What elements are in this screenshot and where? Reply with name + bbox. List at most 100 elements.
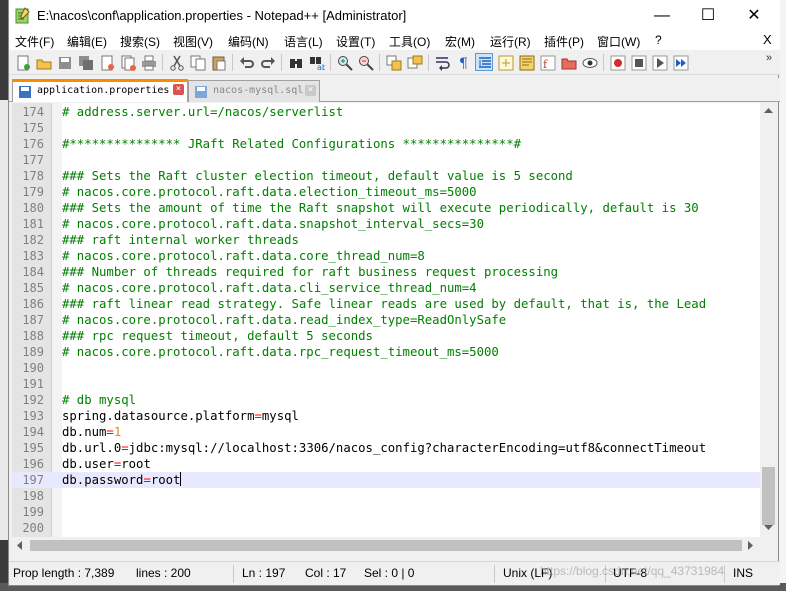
property-value: root	[121, 457, 151, 471]
close-window-button[interactable]: ✕	[731, 0, 777, 31]
user-lang-icon[interactable]	[496, 53, 514, 71]
horizontal-scrollbar[interactable]	[12, 537, 760, 554]
editor-line[interactable]: 178 ### Sets the Raft cluster election ti…	[12, 168, 760, 184]
tab-label: application.properties	[37, 85, 170, 96]
open-file-icon[interactable]	[34, 53, 52, 71]
code-editor[interactable]: 174 # address.server.url=/nacos/serverlis…	[12, 103, 760, 537]
tab-application-properties[interactable]: application.properties ×	[12, 79, 188, 102]
editor-line[interactable]: 186 ### raft linear read strategy. Safe l…	[12, 296, 760, 312]
title-bar[interactable]: E:\nacos\conf\application.properties - N…	[9, 0, 780, 31]
word-wrap-icon[interactable]	[433, 53, 451, 71]
scroll-left-arrow-icon[interactable]	[16, 541, 22, 550]
monitor-icon[interactable]	[580, 53, 598, 71]
tab-close-icon[interactable]: ×	[173, 84, 184, 95]
editor-line[interactable]: 177	[12, 152, 760, 168]
maximize-button[interactable]: ☐	[685, 0, 731, 31]
editor-line[interactable]: 189 # nacos.core.protocol.raft.data.rpc_r…	[12, 344, 760, 360]
menu-language[interactable]: 语言(L)	[284, 33, 323, 50]
record-macro-icon[interactable]	[608, 53, 626, 71]
vertical-scroll-thumb[interactable]	[762, 467, 775, 525]
new-file-icon[interactable]	[13, 53, 31, 71]
editor-line[interactable]: 193 spring.datasource.platform=mysql	[12, 408, 760, 424]
sync-horizontal-icon[interactable]	[405, 53, 423, 71]
menu-plugins[interactable]: 插件(P)	[544, 33, 584, 50]
editor-line[interactable]: 181 # nacos.core.protocol.raft.data.snaps…	[12, 216, 760, 232]
play-macro-icon[interactable]	[650, 53, 668, 71]
editor-line[interactable]: 180 ### Sets the amount of time the Raft …	[12, 200, 760, 216]
menu-search[interactable]: 搜索(S)	[120, 33, 160, 50]
toolbar-separator	[428, 54, 429, 71]
status-divider	[233, 565, 234, 583]
scroll-right-arrow-icon[interactable]	[748, 541, 754, 550]
editor-line[interactable]: 197 db.password=root	[12, 472, 760, 488]
editor-line[interactable]: 184 ### Number of threads required for ra…	[12, 264, 760, 280]
horizontal-scroll-thumb[interactable]	[30, 540, 742, 551]
print-icon[interactable]	[139, 53, 157, 71]
editor-line[interactable]: 200	[12, 520, 760, 536]
cut-icon[interactable]	[167, 53, 185, 71]
indent-guide-icon[interactable]	[475, 53, 493, 71]
close-all-icon[interactable]	[118, 53, 136, 71]
editor-line[interactable]: 175	[12, 120, 760, 136]
function-list-icon[interactable]: f	[538, 53, 556, 71]
scroll-up-arrow-icon[interactable]	[764, 107, 773, 113]
minimize-button[interactable]: —	[639, 0, 685, 31]
close-document-button[interactable]: X	[763, 32, 772, 47]
editor-line[interactable]: 185 # nacos.core.protocol.raft.data.cli_s…	[12, 280, 760, 296]
scroll-down-arrow-icon[interactable]	[764, 525, 773, 531]
zoom-in-icon[interactable]	[335, 53, 353, 71]
close-icon[interactable]	[97, 53, 115, 71]
line-number: 200	[22, 521, 44, 535]
show-all-chars-icon[interactable]: ¶	[454, 53, 472, 71]
menu-view[interactable]: 视图(V)	[173, 33, 213, 50]
menu-encoding[interactable]: 编码(N)	[228, 33, 269, 50]
editor-line[interactable]: 187 # nacos.core.protocol.raft.data.read_…	[12, 312, 760, 328]
sync-vertical-icon[interactable]	[384, 53, 402, 71]
editor-line[interactable]: 196 db.user=root	[12, 456, 760, 472]
replace-icon[interactable]: ab	[307, 53, 325, 71]
property-value: mysql	[261, 409, 299, 423]
editor-line[interactable]: 194 db.num=1	[12, 424, 760, 440]
paste-icon[interactable]	[209, 53, 227, 71]
menu-file[interactable]: 文件(F)	[15, 33, 54, 50]
editor-line[interactable]: 183 # nacos.core.protocol.raft.data.core_…	[12, 248, 760, 264]
menu-macro[interactable]: 宏(M)	[445, 33, 475, 50]
menu-tools[interactable]: 工具(O)	[389, 33, 430, 50]
menu-run[interactable]: 运行(R)	[490, 33, 531, 50]
save-all-icon[interactable]	[76, 53, 94, 71]
doc-map-icon[interactable]	[517, 53, 535, 71]
copy-icon[interactable]	[188, 53, 206, 71]
editor-line[interactable]: 176 #*************** JRaft Related Config…	[12, 136, 760, 152]
editor-line[interactable]: 199	[12, 504, 760, 520]
status-insert-mode[interactable]: INS	[733, 566, 753, 580]
find-icon[interactable]	[286, 53, 304, 71]
tab-close-icon[interactable]: ×	[305, 85, 316, 96]
editor-line[interactable]: 190	[12, 360, 760, 376]
editor-line[interactable]: 195 db.url.0=jdbc:mysql://localhost:3306/…	[12, 440, 760, 456]
line-number: 184	[22, 265, 44, 279]
menu-settings[interactable]: 设置(T)	[336, 33, 375, 50]
redo-icon[interactable]	[258, 53, 276, 71]
editor-line[interactable]: 198	[12, 488, 760, 504]
zoom-out-icon[interactable]	[356, 53, 374, 71]
stop-macro-icon[interactable]	[629, 53, 647, 71]
menu-help[interactable]: ?	[655, 33, 662, 47]
undo-icon[interactable]	[237, 53, 255, 71]
editor-line[interactable]: 192 # db mysql	[12, 392, 760, 408]
line-code: ### Number of threads required for raft …	[62, 264, 558, 280]
toolbar-overflow-chevron-icon[interactable]: »	[766, 52, 772, 64]
notepadpp-window: E:\nacos\conf\application.properties - N…	[8, 0, 780, 586]
menu-window[interactable]: 窗口(W)	[597, 33, 640, 50]
line-number: 198	[22, 489, 44, 503]
editor-line[interactable]: 182 ### raft internal worker threads	[12, 232, 760, 248]
editor-line[interactable]: 174 # address.server.url=/nacos/serverlis…	[12, 104, 760, 120]
menu-edit[interactable]: 编辑(E)	[67, 33, 107, 50]
run-macro-multiple-icon[interactable]	[671, 53, 689, 71]
save-icon[interactable]	[55, 53, 73, 71]
tab-nacos-mysql-sql[interactable]: nacos-mysql.sql ×	[188, 80, 320, 102]
folder-workspace-icon[interactable]	[559, 53, 577, 71]
editor-line[interactable]: 179 # nacos.core.protocol.raft.data.elect…	[12, 184, 760, 200]
editor-line[interactable]: 191	[12, 376, 760, 392]
editor-line[interactable]: 188 ### rpc request timeout, default 5 se…	[12, 328, 760, 344]
vertical-scrollbar[interactable]	[760, 103, 777, 537]
